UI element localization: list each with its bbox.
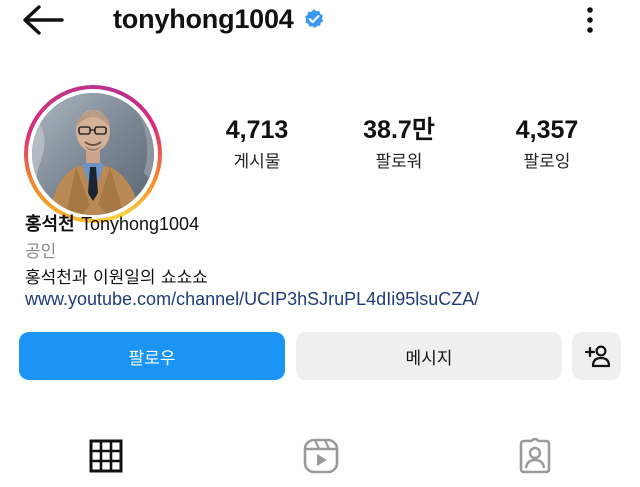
avatar — [32, 93, 154, 215]
avatar-photo-image — [32, 93, 154, 215]
verified-badge-icon — [304, 9, 323, 28]
username-row: tonyhong1004 — [113, 2, 325, 36]
following-label: 팔로잉 — [523, 152, 571, 172]
posts-count: 4,713 — [225, 116, 289, 144]
message-button[interactable]: 메시지 — [296, 332, 562, 380]
avatar-story-ring[interactable] — [24, 85, 162, 223]
avatar-ring-gap — [28, 89, 158, 219]
followers-label: 팔로워 — [375, 152, 423, 172]
posts-label: 게시물 — [233, 152, 281, 172]
grid-icon — [89, 439, 123, 473]
profile-username: tonyhong1004 — [113, 3, 294, 34]
reels-icon — [303, 438, 339, 474]
stat-posts[interactable]: 4,713 게시물 — [197, 116, 317, 174]
bio-description: 홍석천과 이원일의 쇼쇼쇼 — [25, 268, 208, 288]
more-options-button[interactable] — [578, 6, 602, 34]
bio-display-name: 홍석천 Tonyhong1004 — [25, 210, 199, 236]
add-person-icon — [584, 345, 610, 368]
display-name-korean: 홍석천 — [25, 214, 75, 235]
stat-following[interactable]: 4,357 팔로잉 — [487, 116, 607, 174]
more-vertical-icon — [587, 7, 593, 33]
followers-count: 38.7만 — [363, 116, 435, 144]
profile-header: tonyhong1004 — [0, 0, 640, 40]
back-button[interactable] — [20, 4, 66, 36]
profile-screen: tonyhong1004 4,713 게시물 38.7만 팔로워 4,357 팔… — [0, 0, 640, 487]
display-name-english: Tonyhong1004 — [80, 214, 200, 234]
arrow-left-icon — [23, 5, 64, 35]
stat-followers[interactable]: 38.7만 팔로워 — [339, 116, 459, 174]
bio-link[interactable]: www.youtube.com/channel/UCIP3hSJruPL4dIi… — [25, 289, 479, 310]
tab-reels[interactable] — [301, 436, 341, 476]
tab-grid[interactable] — [86, 436, 126, 476]
tab-tagged[interactable] — [515, 436, 555, 476]
bio-category: 공인 — [25, 242, 57, 262]
suggested-users-button[interactable] — [572, 332, 621, 380]
following-count: 4,357 — [515, 116, 579, 144]
follow-button[interactable]: 팔로우 — [19, 332, 285, 380]
tagged-icon — [519, 438, 551, 474]
